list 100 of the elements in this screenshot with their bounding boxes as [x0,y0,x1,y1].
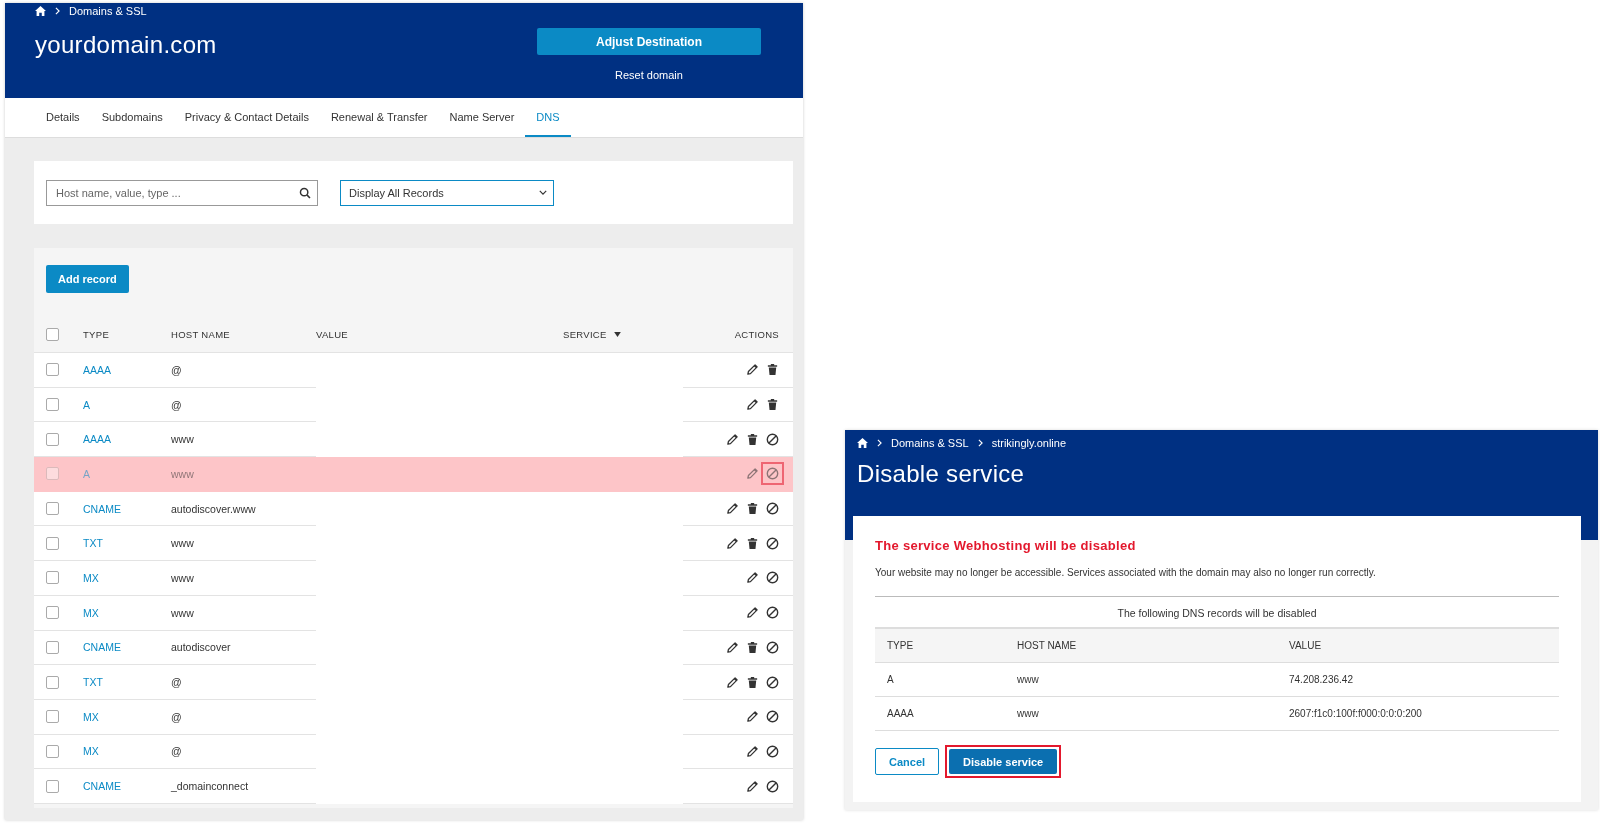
tab[interactable]: DNS [525,98,571,137]
record-type-link[interactable]: AAAA [83,433,111,446]
disable-icon[interactable] [766,675,779,689]
host-name: www [171,433,194,446]
delete-icon[interactable] [766,398,779,412]
breadcrumb-link[interactable]: Domains & SSL [891,437,969,449]
column-header: VALUE [1289,640,1322,651]
page-title: Disable service [857,460,1026,488]
edit-icon[interactable] [726,432,739,446]
select-all-checkbox[interactable] [46,328,59,341]
row-checkbox[interactable] [46,744,59,758]
edit-icon[interactable] [746,710,759,724]
disable-icon[interactable] [766,710,779,724]
chevron-icon [55,7,60,15]
disable-button[interactable] [761,462,784,486]
disable-icon[interactable] [766,744,779,758]
row-checkbox[interactable] [46,502,59,516]
search-icon[interactable] [299,186,311,199]
tab[interactable]: Renewal & Transfer [319,98,439,137]
tab[interactable]: Details [35,98,91,137]
record-type-link[interactable]: TXT [83,537,103,550]
host-name: @ [171,676,182,689]
row-checkbox[interactable] [46,606,59,620]
record-type: A [887,674,894,685]
record-type-link[interactable]: CNAME [83,780,121,793]
edit-icon[interactable] [746,779,759,793]
column-header: VALUE [316,329,348,340]
edit-icon[interactable] [726,675,739,689]
disable-icon[interactable] [766,432,779,446]
record-type-link[interactable]: MX [83,745,99,758]
record-type-link[interactable]: A [83,398,90,411]
host-name: @ [171,363,182,376]
edit-icon[interactable] [726,502,739,516]
host-name: autodiscover.www [171,502,256,515]
column-header[interactable]: SERVICE [563,329,607,340]
disable-icon[interactable] [766,606,779,620]
edit-icon[interactable] [746,571,759,585]
add-record-button[interactable]: Add record [46,265,129,293]
adjust-destination-button[interactable]: Adjust Destination [537,28,761,55]
row-checkbox[interactable] [46,640,59,654]
breadcrumb-link[interactable]: strikingly.online [991,437,1067,449]
record-type-link[interactable]: AAAA [83,363,111,376]
row-checkbox[interactable] [46,363,59,377]
cancel-button[interactable]: Cancel [875,748,940,775]
domain-title: yourdomain.com [35,31,217,60]
column-header: ACTIONS [734,329,779,340]
row-checkbox[interactable] [46,710,59,724]
row-checkbox[interactable] [46,398,59,412]
breadcrumb-link[interactable]: Domains & SSL [69,5,147,17]
edit-icon[interactable] [746,363,759,377]
delete-icon[interactable] [766,363,779,377]
host-name: @ [171,745,182,758]
record-type-link[interactable]: MX [83,710,99,723]
column-header: TYPE [83,329,109,340]
sort-caret-icon[interactable] [613,332,621,337]
record-type-link[interactable]: MX [83,571,99,584]
chevron-icon [977,439,983,447]
dropdown-caret-icon [539,190,547,195]
disable-icon[interactable] [766,571,779,585]
delete-icon[interactable] [746,536,759,550]
row-checkbox[interactable] [46,432,59,446]
disable-service-button[interactable]: Disable service [949,749,1058,774]
reset-domain-link[interactable]: Reset domain [615,69,683,81]
disable-icon[interactable] [766,536,779,550]
home-icon[interactable] [857,438,868,448]
record-type-link[interactable]: TXT [83,676,103,689]
delete-icon[interactable] [746,640,759,654]
column-header: HOST NAME [171,329,230,340]
record-value: 2607:f1c0:100f:f000:0:0:0:200 [1289,708,1422,719]
chevron-icon [877,439,882,447]
delete-icon[interactable] [746,502,759,516]
row-checkbox[interactable] [46,536,59,550]
disable-icon[interactable] [766,502,779,516]
edit-icon[interactable] [746,606,759,620]
edit-icon[interactable] [746,398,759,412]
edit-icon[interactable] [726,640,739,654]
edit-icon[interactable] [746,744,759,758]
search-field[interactable]: Host name, value, type ... [46,179,318,206]
delete-icon[interactable] [746,675,759,689]
delete-icon[interactable] [746,432,759,446]
home-icon[interactable] [35,6,46,16]
host-name: @ [171,710,182,723]
row-checkbox[interactable] [46,571,59,585]
edit-icon[interactable] [726,536,739,550]
record-type-link[interactable]: CNAME [83,502,121,515]
record-value: 74.208.236.42 [1289,674,1353,685]
tab[interactable]: Name Server [438,98,526,137]
disable-icon[interactable] [766,640,779,654]
tab[interactable]: Subdomains [90,98,174,137]
warning-message: Your website may no longer be accessible. Services associated with the domain may also no longer run correctly. [875,567,1377,578]
row-checkbox[interactable] [46,675,59,689]
record-type: AAAA [887,708,914,719]
record-filter-dropdown[interactable]: Display All Records [340,179,554,206]
record-type-link[interactable]: CNAME [83,641,121,654]
row-checkbox[interactable] [46,779,59,793]
host-name: _domainconnect [171,780,249,793]
disable-icon[interactable] [766,779,779,793]
tab[interactable]: Privacy & Contact Details [173,98,320,137]
host-name: www [1017,708,1039,719]
record-type-link[interactable]: MX [83,606,99,619]
